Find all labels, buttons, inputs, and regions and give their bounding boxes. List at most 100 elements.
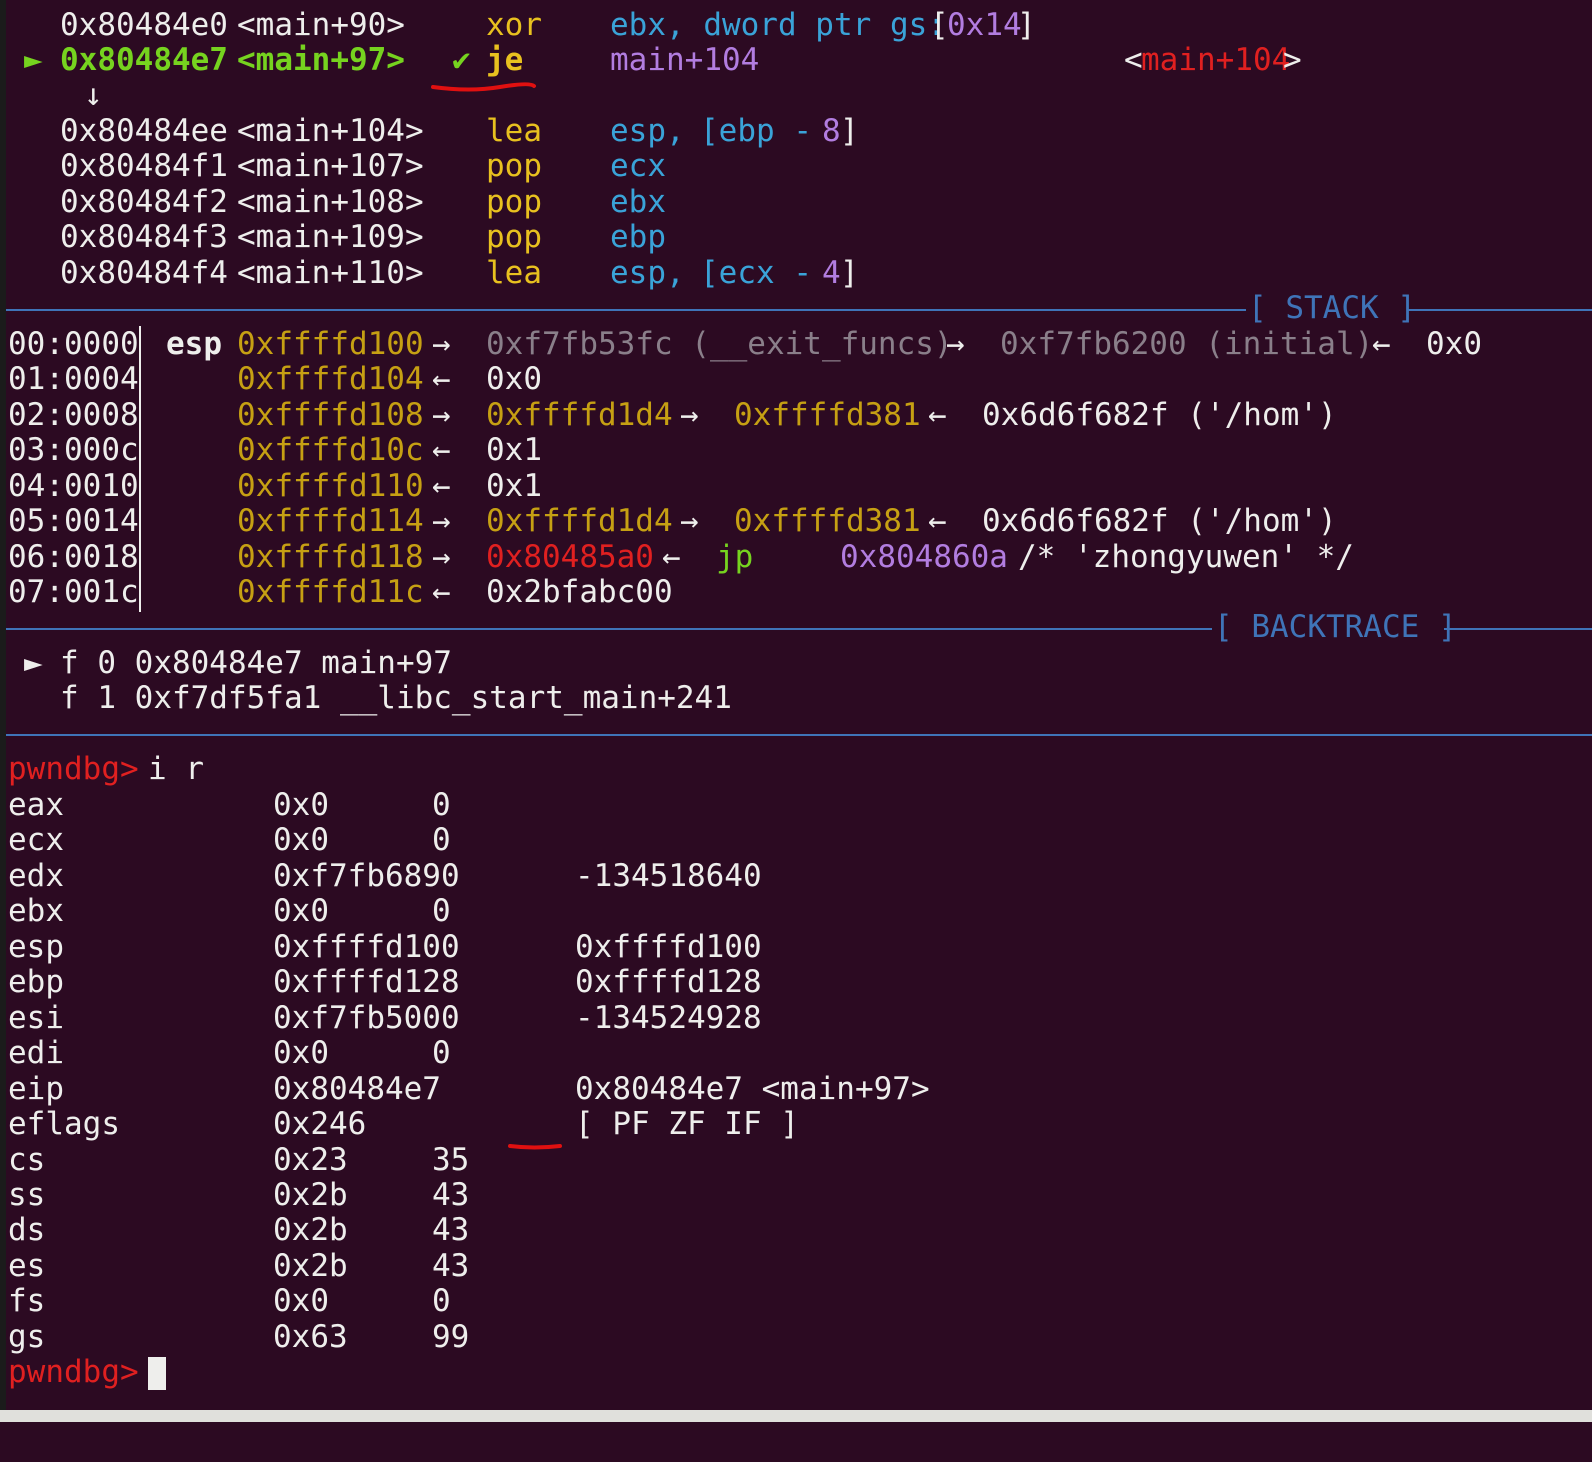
register-hex-value: 0x0 <box>273 822 329 859</box>
left-arrow-icon: ← <box>432 574 451 610</box>
register-hex-value: 0xffffd100 <box>273 928 460 965</box>
section-divider <box>6 628 1212 630</box>
command-line[interactable]: pwndbg> <box>0 1354 139 1391</box>
stack-instruction: jp <box>716 539 754 575</box>
register-name: cs <box>8 1141 46 1178</box>
right-arrow-icon: → <box>432 326 451 362</box>
register-name: fs <box>8 1283 46 1320</box>
register-name: ebp <box>8 964 64 1001</box>
stack-address: 0xffffd100 <box>237 326 424 362</box>
backtrace-section-header: [ BACKTRACE ] <box>1214 609 1457 645</box>
stack-value: 0x804860a <box>840 539 1008 575</box>
stack-value: 0xffffd381 <box>734 503 921 539</box>
left-arrow-icon: ← <box>928 397 947 433</box>
backtrace-frame: ► f 0 0x80484e7 main+97 <box>0 645 452 682</box>
register-hex-value: 0xf7fb5000 <box>273 999 460 1036</box>
register-natural-value: 35 <box>432 1141 470 1178</box>
stack-value: 0x0 <box>1426 326 1482 362</box>
disasm-row: 0x80484ee <main+104> lea esp, [ebp - 8 ] <box>0 113 859 150</box>
stack-index: 07:001c <box>8 574 139 610</box>
register-hex-value: 0x2b <box>273 1247 348 1284</box>
disasm-operand: ebp <box>610 219 666 255</box>
stack-value: 0xffffd1d4 <box>486 397 673 433</box>
backtrace-frame-text: f 1 0xf7df5fa1 __libc_start_main+241 <box>60 680 732 716</box>
register-natural-value: 0xffffd100 <box>575 928 762 965</box>
right-arrow-icon: → <box>432 539 451 575</box>
disasm-operand-mem: [ebp - <box>700 113 831 149</box>
disasm-operand-imm: 8 <box>822 113 841 149</box>
disasm-row: 0x80484f2 <main+108> pop ebx <box>0 184 666 221</box>
disasm-address: 0x80484e7 <box>60 42 228 78</box>
stack-index: 00:0000 <box>8 326 139 362</box>
annotation-underline-je <box>431 82 536 92</box>
section-divider <box>6 734 1592 736</box>
disasm-operand: esp, <box>610 255 704 291</box>
stack-address: 0xffffd11c <box>237 574 424 610</box>
left-arrow-icon: ← <box>1372 326 1391 362</box>
disasm-mnemonic: xor <box>486 7 542 43</box>
stack-address: 0xffffd104 <box>237 361 424 397</box>
stack-row: 06:0018 0xffffd118 → 0x80485a0 ← jp 0x80… <box>0 539 1354 576</box>
register-name: ds <box>8 1212 46 1249</box>
register-natural-value: 0 <box>432 822 451 859</box>
register-hex-value: 0xffffd128 <box>273 964 460 1001</box>
disasm-mnemonic: lea <box>486 255 542 291</box>
stack-index-divider <box>139 326 141 612</box>
left-arrow-icon: ← <box>928 503 947 539</box>
stack-row: 07:001c 0xffffd11c ← 0x2bfabc00 <box>0 574 673 611</box>
section-divider <box>1444 628 1592 630</box>
branch-target-bracket: < <box>1124 42 1143 78</box>
disasm-operand-imm: 0x14 <box>947 7 1022 43</box>
stack-section-header: [ STACK ] <box>1248 290 1416 326</box>
stack-address: 0xffffd108 <box>237 397 424 433</box>
stack-index: 04:0010 <box>8 468 139 504</box>
terminal-window[interactable]: 0x80484e0 <main+90> xor ebx, dword ptr g… <box>0 0 1592 1422</box>
disasm-symbol: <main+110> <box>237 255 424 291</box>
register-natural-value: 43 <box>432 1247 470 1284</box>
disasm-row: 0x80484f3 <main+109> pop ebp <box>0 219 666 256</box>
disasm-address: 0x80484ee <box>60 113 228 149</box>
stack-value: 0xf7fb53fc (__exit_funcs) <box>486 326 953 362</box>
text-cursor[interactable] <box>148 1357 166 1390</box>
register-name: ss <box>8 1176 46 1213</box>
register-natural-value: 0 <box>432 787 451 823</box>
stack-address: 0xffffd110 <box>237 468 424 504</box>
register-hex-value: 0x246 <box>273 1106 367 1143</box>
stack-value: 0x1 <box>486 432 542 468</box>
backtrace-frame: f 1 0xf7df5fa1 __libc_start_main+241 <box>0 680 732 717</box>
register-natural-value: 99 <box>432 1318 470 1355</box>
right-arrow-icon: → <box>432 397 451 433</box>
stack-row: 01:0004 0xffffd104 ← 0x0 <box>0 361 542 398</box>
annotation-underline-zf <box>508 1144 562 1150</box>
disasm-address: 0x80484f1 <box>60 148 228 184</box>
disasm-mnemonic: pop <box>486 219 542 255</box>
register-hex-value: 0x0 <box>273 787 329 823</box>
disasm-jump-arrow-row: ↓ <box>0 77 112 114</box>
disasm-symbol: <main+104> <box>237 113 424 149</box>
disasm-operand-bracket: [ <box>930 7 949 43</box>
register-name: eip <box>8 1070 64 1107</box>
command-line: pwndbg> i r <box>0 751 204 788</box>
backtrace-frame-text: f 0 0x80484e7 main+97 <box>60 645 452 681</box>
disasm-symbol: <main+108> <box>237 184 424 220</box>
disasm-mnemonic: lea <box>486 113 542 149</box>
disasm-address: 0x80484e0 <box>60 7 228 43</box>
stack-value: 0xf7fb6200 (initial) <box>1000 326 1374 362</box>
register-name: gs <box>8 1318 46 1355</box>
register-hex-value: 0x80484e7 <box>273 1070 441 1107</box>
disasm-symbol: <main+97> <box>237 42 405 78</box>
stack-row: 02:0008 0xffffd108 → 0xffffd1d4 → 0xffff… <box>0 397 1337 434</box>
left-arrow-icon: ← <box>432 361 451 397</box>
register-natural-value: 43 <box>432 1176 470 1213</box>
disasm-row: 0x80484e0 <main+90> xor ebx, dword ptr g… <box>0 7 1036 44</box>
prompt: pwndbg> <box>8 1354 139 1390</box>
register-name: eax <box>8 787 64 823</box>
stack-row: 00:0000 esp 0xffffd100 → 0xf7fb53fc (__e… <box>0 326 1482 363</box>
current-frame-marker-icon: ► <box>24 645 43 681</box>
disasm-operand: ebx <box>610 184 666 220</box>
disasm-symbol: <main+107> <box>237 148 424 184</box>
disasm-address: 0x80484f4 <box>60 255 228 291</box>
branch-target-bracket: > <box>1283 42 1302 78</box>
register-name: ebx <box>8 893 64 930</box>
register-natural-value: 0 <box>432 1035 451 1072</box>
